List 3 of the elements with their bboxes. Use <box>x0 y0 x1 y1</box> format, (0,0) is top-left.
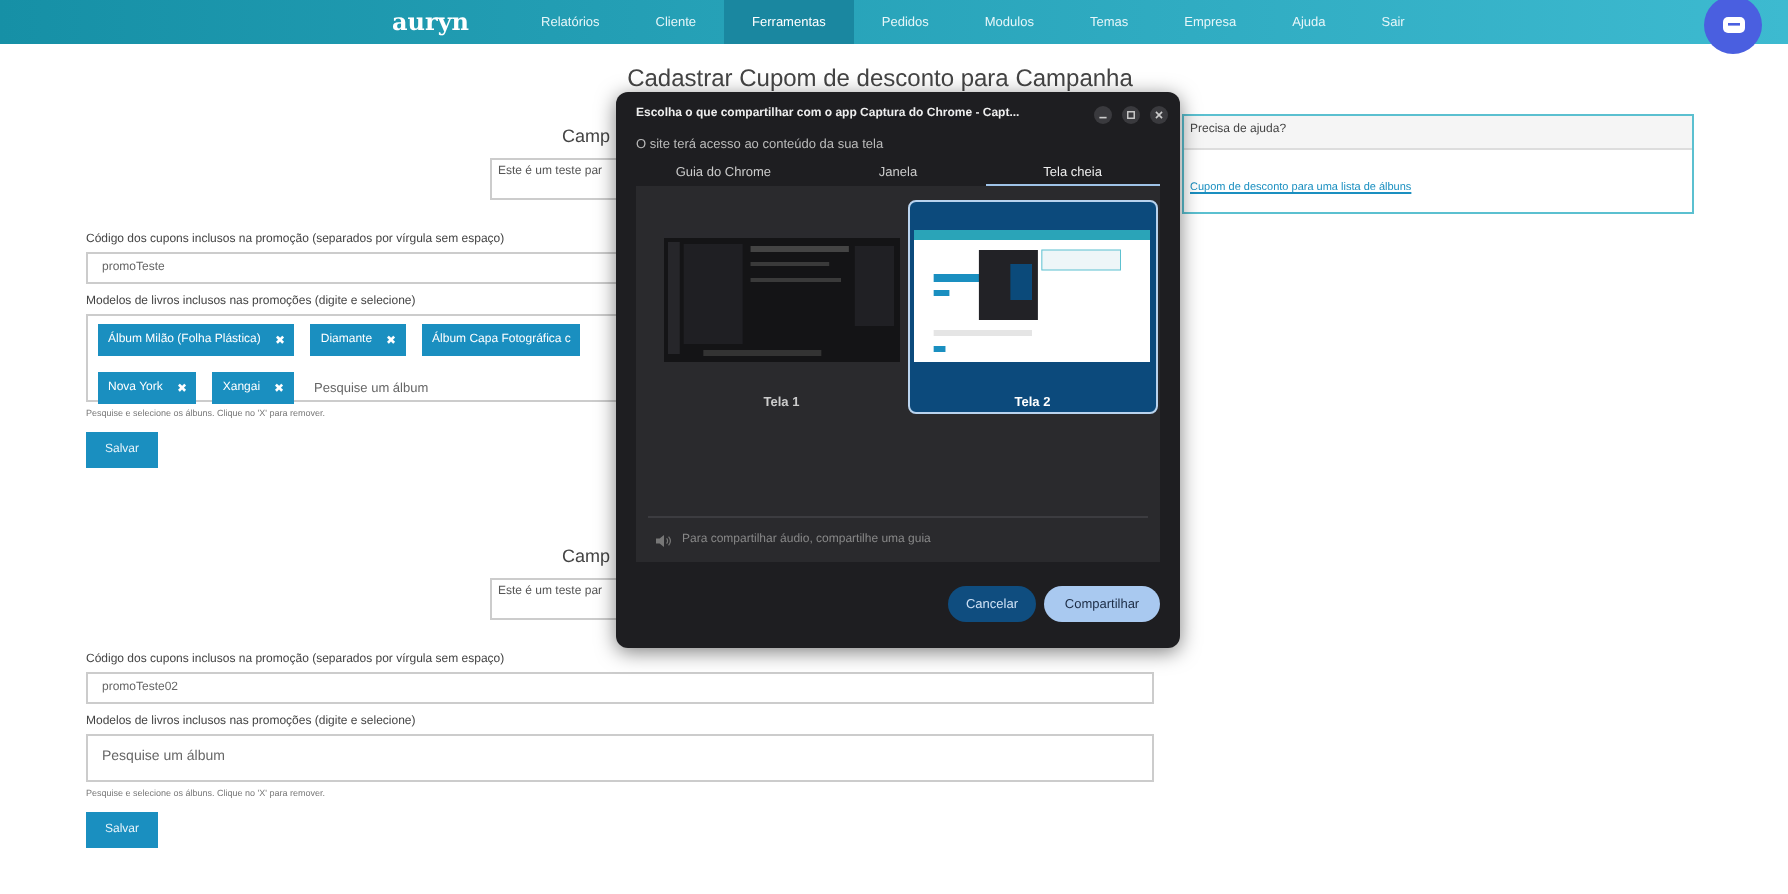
section-heading: Camp <box>562 546 611 566</box>
section-heading: Camp <box>562 126 611 146</box>
page-title: Cadastrar Cupom de desconto para Campanha <box>625 64 1135 92</box>
